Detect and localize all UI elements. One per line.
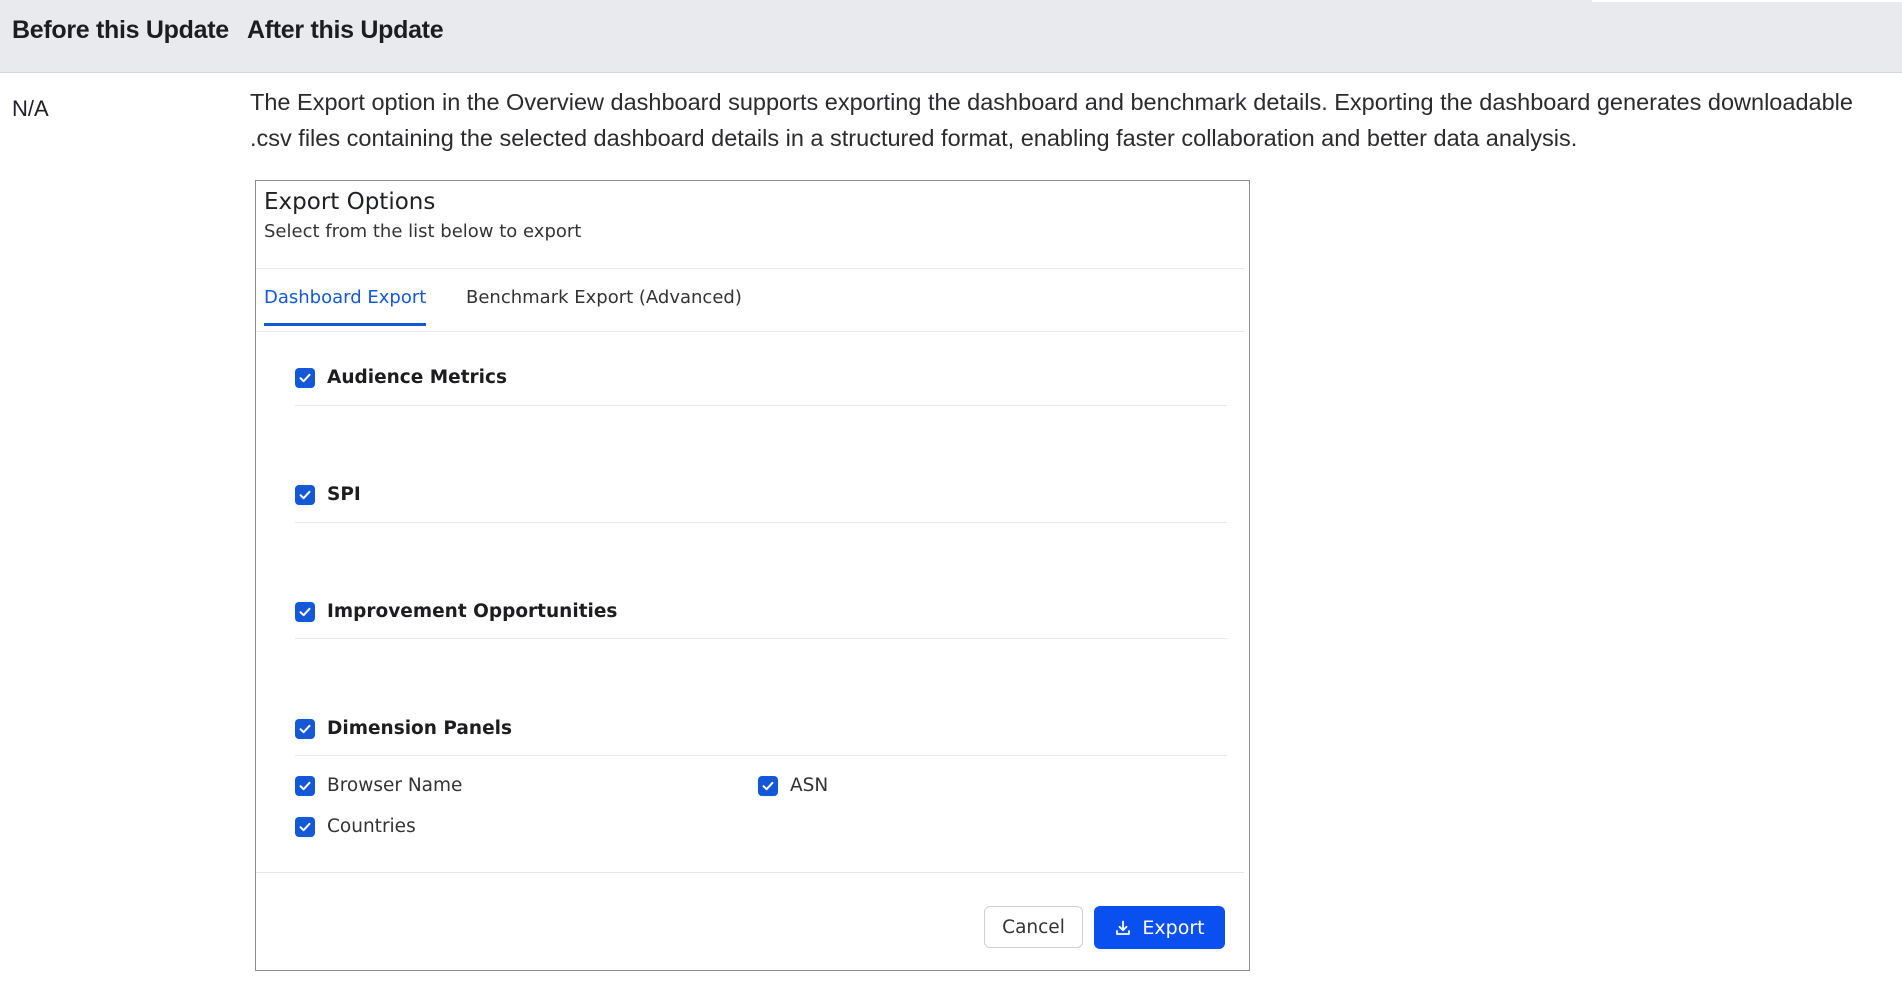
tabs-divider	[256, 331, 1244, 332]
dimension-label: ASN	[790, 775, 829, 796]
dialog-subtitle: Select from the list below to export	[264, 221, 582, 242]
section-label: Audience Metrics	[327, 367, 507, 388]
check-icon[interactable]	[758, 775, 778, 796]
checkbox-countries[interactable]: Countries	[295, 816, 416, 837]
checkbox-dimension-panels[interactable]: Dimension Panels	[295, 718, 512, 739]
section-divider	[295, 405, 1227, 406]
check-icon[interactable]	[295, 718, 315, 739]
before-value: N/A	[12, 96, 49, 121]
footer-divider	[256, 872, 1244, 873]
header-before-update: Before this Update	[12, 16, 229, 44]
section-divider	[295, 755, 1227, 756]
checkbox-spi[interactable]: SPI	[295, 484, 361, 505]
section-label: SPI	[327, 484, 361, 505]
section-divider	[295, 638, 1227, 639]
check-icon[interactable]	[295, 484, 315, 505]
tab-benchmark-export[interactable]: Benchmark Export (Advanced)	[466, 287, 742, 308]
after-description: The Export option in the Overview dashbo…	[250, 89, 1853, 151]
header-after-update: After this Update	[247, 16, 444, 44]
dialog-title: Export Options	[264, 189, 436, 215]
checkbox-improvement-opportunities[interactable]: Improvement Opportunities	[295, 601, 617, 622]
dimension-label: Countries	[327, 816, 416, 837]
export-options-dialog: Export Options Select from the list belo…	[255, 180, 1250, 971]
section-label: Dimension Panels	[327, 718, 512, 739]
divider	[256, 268, 1244, 269]
checkbox-audience-metrics[interactable]: Audience Metrics	[295, 367, 507, 388]
download-icon	[1114, 919, 1132, 937]
checkbox-browser-name[interactable]: Browser Name	[295, 775, 462, 796]
section-label: Improvement Opportunities	[327, 601, 618, 622]
section-divider	[295, 522, 1227, 523]
cancel-button[interactable]: Cancel	[984, 906, 1083, 948]
table-header: Before this Update After this Update	[0, 0, 1902, 73]
dimension-label: Browser Name	[327, 775, 463, 796]
export-button-label: Export	[1142, 916, 1205, 939]
header-edge	[1592, 0, 1902, 2]
check-icon[interactable]	[295, 816, 315, 837]
tab-dashboard-export[interactable]: Dashboard Export	[264, 287, 427, 326]
export-button[interactable]: Export	[1094, 906, 1225, 949]
check-icon[interactable]	[295, 601, 315, 622]
checkbox-asn[interactable]: ASN	[758, 775, 828, 796]
check-icon[interactable]	[295, 775, 315, 796]
check-icon[interactable]	[295, 367, 315, 388]
